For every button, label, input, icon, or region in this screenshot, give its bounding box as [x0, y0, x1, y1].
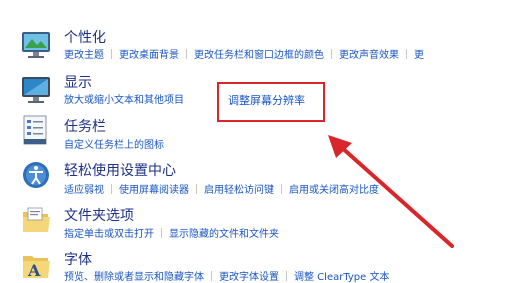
annotation-arrow — [328, 135, 454, 248]
